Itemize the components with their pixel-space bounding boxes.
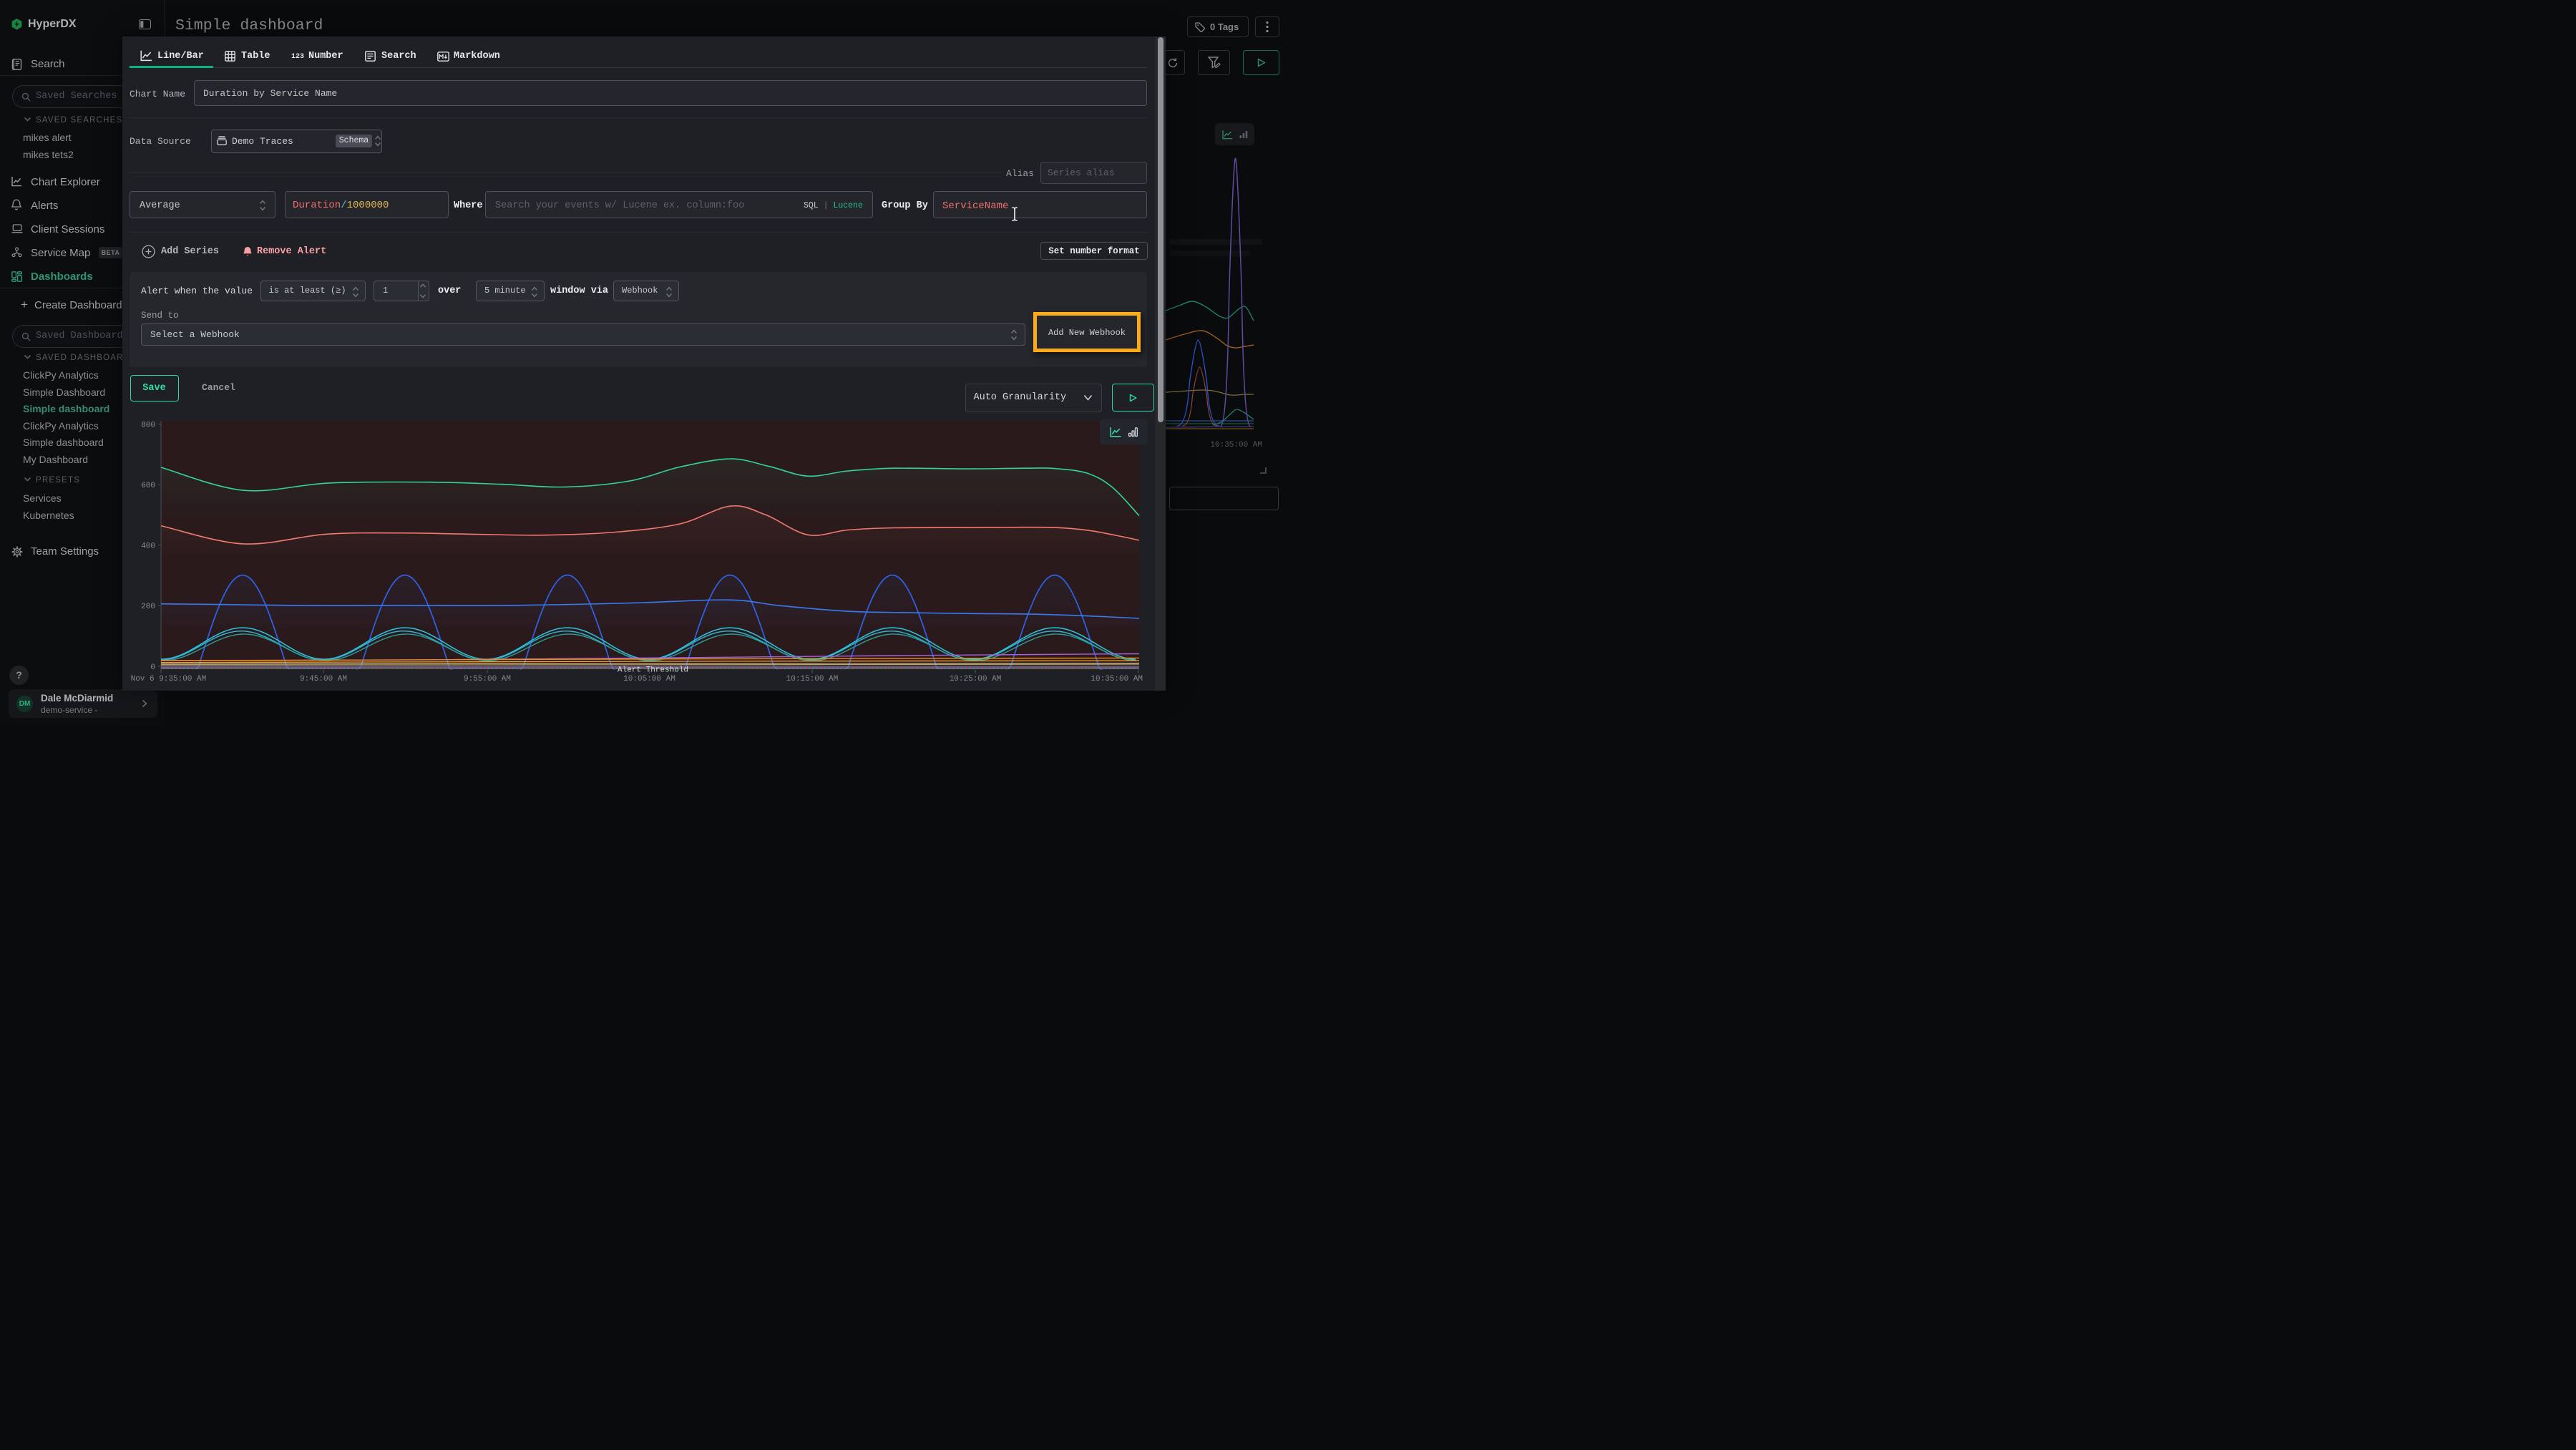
svg-text:10:25:00 AM: 10:25:00 AM bbox=[950, 675, 1002, 683]
svg-text:400: 400 bbox=[141, 542, 155, 551]
svg-text:Alert Threshold: Alert Threshold bbox=[618, 666, 688, 675]
svg-text:0: 0 bbox=[150, 663, 155, 672]
svg-text:10:35:00 AM: 10:35:00 AM bbox=[1091, 675, 1143, 683]
svg-text:800: 800 bbox=[141, 422, 155, 430]
svg-text:10:15:00 AM: 10:15:00 AM bbox=[786, 675, 839, 683]
svg-text:10:35:00 AM: 10:35:00 AM bbox=[1210, 441, 1262, 449]
svg-text:9:45:00 AM: 9:45:00 AM bbox=[300, 675, 347, 683]
svg-text:200: 200 bbox=[141, 603, 155, 611]
svg-text:600: 600 bbox=[141, 482, 155, 490]
svg-text:9:55:00 AM: 9:55:00 AM bbox=[464, 675, 511, 683]
svg-text:Nov 6 9:35:00 AM: Nov 6 9:35:00 AM bbox=[131, 675, 207, 683]
svg-text:10:05:00 AM: 10:05:00 AM bbox=[623, 675, 675, 683]
